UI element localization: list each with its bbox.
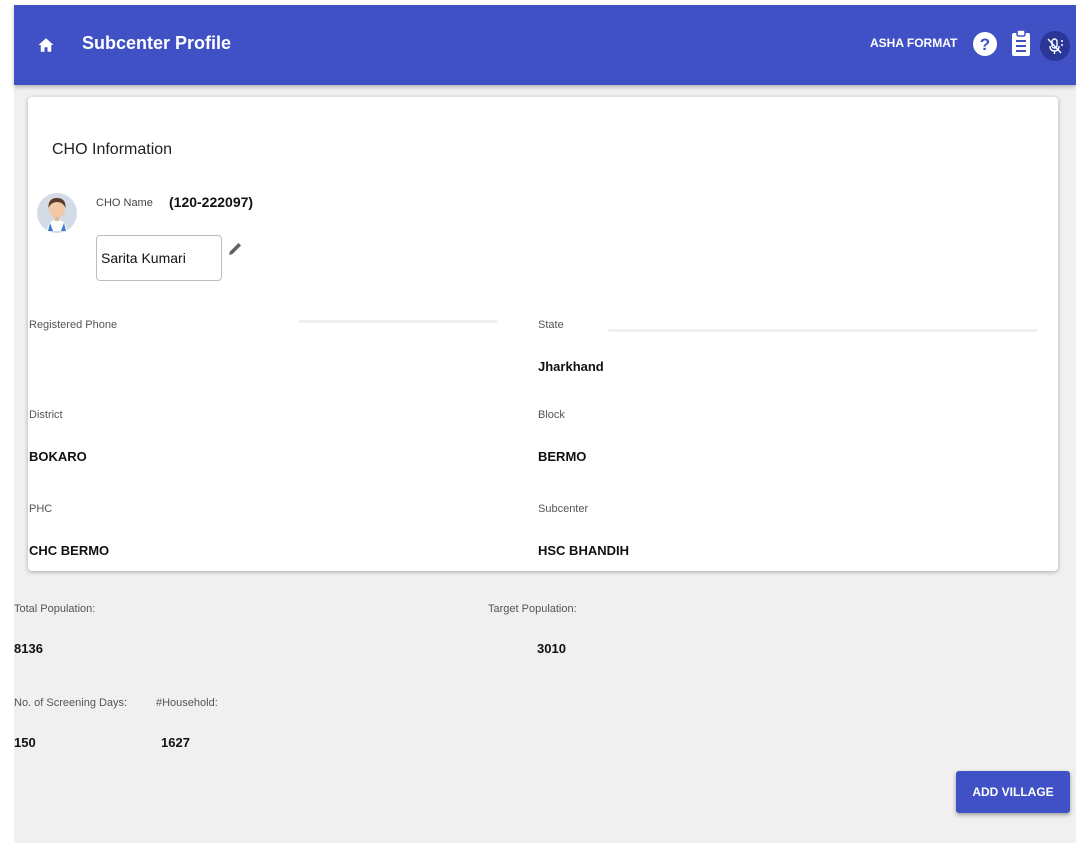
cho-information-card: CHO Information CHO Name (120-222097) Re… (28, 97, 1058, 571)
svg-text:?: ? (980, 35, 990, 54)
total-population-value: 8136 (14, 641, 43, 656)
clipboard-button[interactable] (1008, 27, 1034, 59)
cho-name-label: CHO Name (96, 197, 153, 209)
subcenter-label: Subcenter (538, 503, 589, 515)
asha-format-button[interactable]: ASHA FORMAT (870, 36, 957, 50)
target-population-label: Target Population: (488, 603, 577, 615)
avatar-icon (37, 193, 77, 233)
block-value: BERMO (538, 449, 587, 464)
phc-value: CHC BERMO (29, 543, 110, 558)
state-label: State (538, 319, 564, 331)
help-button[interactable]: ? (970, 29, 1000, 59)
mic-off-icon (1047, 38, 1063, 54)
mic-button[interactable] (1040, 31, 1070, 61)
district-value: BOKARO (29, 449, 87, 464)
app-bar: Subcenter Profile ASHA FORMAT ? (14, 5, 1076, 85)
block-label: Block (538, 409, 565, 421)
home-icon (38, 38, 54, 52)
screening-days-value: 150 (14, 735, 36, 750)
clipboard-icon (1012, 29, 1030, 56)
pencil-icon (229, 243, 241, 255)
cho-id: (120-222097) (169, 194, 254, 210)
phc-label: PHC (29, 503, 53, 515)
cho-name-field[interactable] (96, 235, 222, 281)
redacted-line (608, 329, 1038, 332)
add-village-button[interactable]: ADD VILLAGE (956, 771, 1070, 813)
household-value: 1627 (161, 735, 190, 750)
total-population-label: Total Population: (14, 603, 96, 615)
redacted-line (298, 320, 498, 323)
state-value: Jharkhand (538, 359, 604, 374)
subcenter-value: HSC BHANDIH (538, 543, 629, 558)
registered-phone-label: Registered Phone (29, 319, 118, 331)
card-title: CHO Information (52, 141, 173, 158)
screening-days-label: No. of Screening Days: (14, 697, 128, 709)
home-button[interactable] (28, 27, 64, 63)
page-title: Subcenter Profile (82, 33, 232, 53)
district-label: District (29, 409, 63, 421)
target-population-value: 3010 (537, 641, 566, 656)
help-icon: ? (973, 32, 997, 56)
household-label: #Household: (156, 697, 218, 709)
app-screen: Subcenter Profile ASHA FORMAT ? CHO Info… (14, 5, 1076, 843)
edit-name-button[interactable] (224, 238, 246, 260)
